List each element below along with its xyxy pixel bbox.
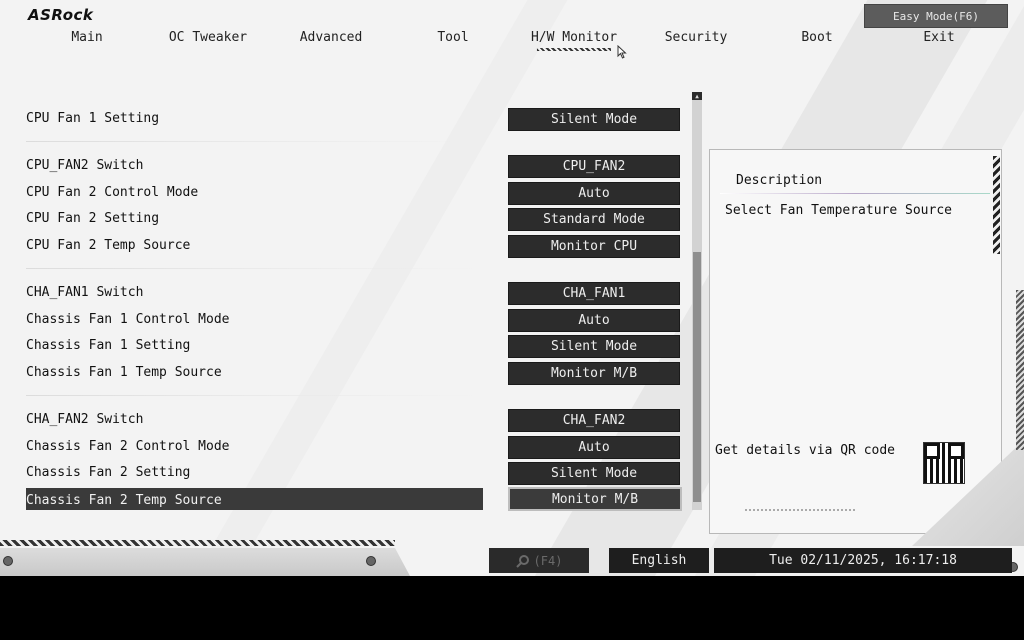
- setting-label: Chassis Fan 2 Setting: [26, 465, 191, 480]
- screw-icon: [366, 556, 376, 566]
- setting-label: CPU Fan 2 Control Mode: [26, 185, 199, 200]
- setting-row-chassis-fan1-control-mode[interactable]: Chassis Fan 1 Control Mode Auto: [26, 309, 680, 333]
- main-navigation: Main OC Tweaker Advanced Tool H/W Monito…: [0, 30, 1024, 54]
- setting-label: CHA_FAN1 Switch: [26, 285, 144, 300]
- setting-row-cpu-fan1-setting[interactable]: CPU Fan 1 Setting Silent Mode: [26, 108, 680, 132]
- screw-icon: [3, 556, 13, 566]
- bios-screen: ASRock Easy Mode(F6) Main OC Tweaker Adv…: [0, 0, 1024, 576]
- setting-row-chassis-fan2-setting[interactable]: Chassis Fan 2 Setting Silent Mode: [26, 462, 680, 486]
- setting-row-cpu-fan2-setting[interactable]: CPU Fan 2 Setting Standard Mode: [26, 208, 680, 232]
- setting-value[interactable]: Silent Mode: [508, 108, 680, 131]
- scroll-up-icon[interactable]: ▲: [692, 92, 702, 100]
- asrock-logo: ASRock: [28, 6, 94, 24]
- search-shortcut: (F4): [533, 553, 563, 568]
- panel-hatch-decoration: [993, 156, 1000, 254]
- mouse-pointer-icon: [617, 44, 627, 63]
- tab-main[interactable]: Main: [71, 30, 102, 45]
- setting-label: CHA_FAN2 Switch: [26, 412, 144, 427]
- qr-caption: Get details via QR code: [715, 443, 896, 458]
- qr-code-icon: [923, 442, 965, 484]
- language-button[interactable]: English: [609, 548, 709, 573]
- setting-label: Chassis Fan 2 Control Mode: [26, 439, 230, 454]
- setting-value[interactable]: Auto: [508, 182, 680, 205]
- tab-tool[interactable]: Tool: [437, 30, 468, 45]
- description-title: Description: [736, 173, 823, 188]
- right-edge-decoration: [1016, 290, 1024, 450]
- group-divider: [26, 268, 480, 269]
- setting-value[interactable]: Silent Mode: [508, 462, 680, 485]
- setting-row-chassis-fan2-control-mode[interactable]: Chassis Fan 2 Control Mode Auto: [26, 436, 680, 460]
- setting-row-cpu-fan2-switch[interactable]: CPU_FAN2 Switch CPU_FAN2: [26, 155, 680, 179]
- setting-value[interactable]: Auto: [508, 309, 680, 332]
- setting-label: Chassis Fan 2 Temp Source: [26, 493, 222, 508]
- setting-label: Chassis Fan 1 Control Mode: [26, 312, 230, 327]
- tab-exit[interactable]: Exit: [923, 30, 954, 45]
- setting-label: Chassis Fan 1 Temp Source: [26, 365, 222, 380]
- description-underline: [720, 193, 990, 194]
- setting-label: CPU Fan 2 Setting: [26, 211, 160, 226]
- group-divider: [26, 141, 480, 142]
- setting-row-chassis-fan2-temp-source[interactable]: Chassis Fan 2 Temp Source Monitor M/B: [26, 487, 682, 514]
- scrollbar-thumb[interactable]: [693, 252, 701, 502]
- setting-value[interactable]: Monitor CPU: [508, 235, 680, 258]
- bottom-plate-decoration: [0, 548, 410, 576]
- setting-value[interactable]: Auto: [508, 436, 680, 459]
- easy-mode-button[interactable]: Easy Mode(F6): [864, 4, 1008, 28]
- description-text: Select Fan Temperature Source: [725, 203, 952, 218]
- setting-value[interactable]: Silent Mode: [508, 335, 680, 358]
- tab-hw-monitor[interactable]: H/W Monitor: [531, 30, 617, 51]
- setting-label: CPU_FAN2 Switch: [26, 158, 144, 173]
- tab-advanced[interactable]: Advanced: [300, 30, 363, 45]
- date-time-display: Tue 02/11/2025, 16:17:18: [714, 548, 1012, 573]
- setting-row-cha-fan1-switch[interactable]: CHA_FAN1 Switch CHA_FAN1: [26, 282, 680, 306]
- tab-boot[interactable]: Boot: [801, 30, 832, 45]
- settings-scrollbar[interactable]: ▲: [692, 92, 702, 510]
- tab-oc-tweaker[interactable]: OC Tweaker: [169, 30, 247, 45]
- setting-row-chassis-fan1-temp-source[interactable]: Chassis Fan 1 Temp Source Monitor M/B: [26, 362, 680, 386]
- setting-value[interactable]: CHA_FAN2: [508, 409, 680, 432]
- panel-bottom-decoration: [745, 509, 855, 511]
- setting-value[interactable]: Standard Mode: [508, 208, 680, 231]
- setting-row-cpu-fan2-temp-source[interactable]: CPU Fan 2 Temp Source Monitor CPU: [26, 235, 680, 259]
- setting-value[interactable]: CHA_FAN1: [508, 282, 680, 305]
- setting-row-cha-fan2-switch[interactable]: CHA_FAN2 Switch CHA_FAN2: [26, 409, 680, 433]
- setting-value[interactable]: Monitor M/B: [508, 487, 682, 511]
- setting-value[interactable]: CPU_FAN2: [508, 155, 680, 178]
- description-panel: Description Select Fan Temperature Sourc…: [709, 149, 1002, 534]
- group-divider: [26, 395, 480, 396]
- search-icon: [515, 554, 529, 568]
- setting-label: Chassis Fan 1 Setting: [26, 338, 191, 353]
- setting-value[interactable]: Monitor M/B: [508, 362, 680, 385]
- setting-label: CPU Fan 1 Setting: [26, 111, 160, 126]
- setting-label: CPU Fan 2 Temp Source: [26, 238, 191, 253]
- tab-security[interactable]: Security: [665, 30, 728, 45]
- setting-row-chassis-fan1-setting[interactable]: Chassis Fan 1 Setting Silent Mode: [26, 335, 680, 359]
- setting-row-cpu-fan2-control-mode[interactable]: CPU Fan 2 Control Mode Auto: [26, 182, 680, 206]
- search-button[interactable]: (F4): [489, 548, 589, 573]
- bottom-hatch-decoration: [0, 540, 395, 546]
